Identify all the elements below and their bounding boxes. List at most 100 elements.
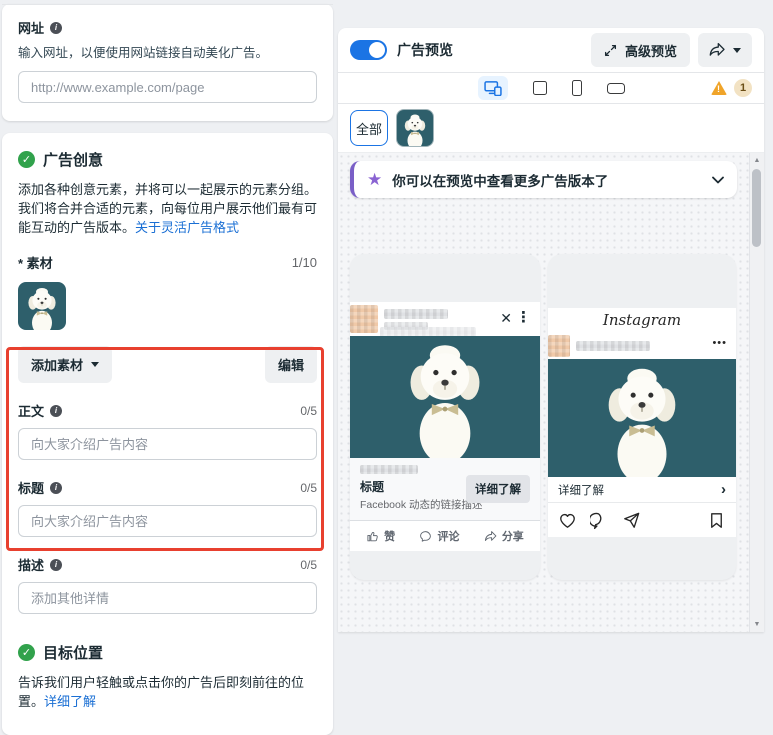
- primary-text-label: 正文: [18, 401, 44, 420]
- url-helper-text: 输入网址，以便使用网站链接自动美化广告。: [18, 42, 317, 61]
- vertical-format-button[interactable]: [572, 80, 582, 96]
- desktop-mobile-icon: [484, 81, 502, 96]
- warning-glyph: !: [717, 84, 720, 94]
- info-icon[interactable]: i: [50, 559, 62, 571]
- ad-setup-column: 网址 i 输入网址，以便使用网站链接自动美化广告。 ✓ 广告创意 添加各种创意元…: [2, 0, 333, 735]
- close-icon: ✕: [500, 310, 512, 327]
- avatar: [350, 305, 378, 333]
- material-count: 1/10: [292, 255, 317, 270]
- banner-text: 你可以在预览中查看更多广告版本了: [392, 170, 702, 190]
- facebook-post-header: ✕ ⋮: [350, 302, 540, 336]
- destination-section: ✓ 目标位置 告诉我们用户轻触或点击你的广告后即刻前往的位置。详细了解: [18, 642, 317, 711]
- share-arrow-icon: [484, 530, 497, 543]
- scroll-up-arrow[interactable]: ▲: [750, 157, 764, 164]
- warning-count-badge[interactable]: 1: [734, 79, 752, 97]
- like-action: 赞: [366, 528, 395, 544]
- description-input[interactable]: [18, 582, 317, 614]
- edit-button[interactable]: 编辑: [265, 346, 317, 383]
- website-url-card: 网址 i 输入网址，以便使用网站链接自动美化广告。: [2, 4, 333, 121]
- advanced-preview-button[interactable]: 高级预览: [591, 33, 690, 67]
- info-icon[interactable]: i: [50, 482, 62, 494]
- square-icon: [533, 81, 547, 95]
- instagram-post-header: •••: [548, 332, 736, 359]
- destination-title: 目标位置: [43, 642, 103, 663]
- expand-icon: [604, 44, 617, 57]
- comment-icon: [590, 511, 609, 530]
- url-label: 网址: [18, 18, 44, 37]
- chevron-down-icon[interactable]: [712, 176, 724, 184]
- heart-icon: [558, 511, 577, 530]
- learn-more-link[interactable]: 详细了解: [44, 694, 96, 709]
- add-material-label: 添加素材: [31, 355, 83, 374]
- preview-cards: ✕ ⋮ 标题 Facebook 动态的链接描述: [350, 254, 737, 580]
- format-toolbar: ! 1: [338, 73, 764, 104]
- thumbs-up-icon: [366, 530, 379, 543]
- avatar: [548, 335, 570, 357]
- headline-field: 标题 i 0/5: [18, 478, 317, 537]
- add-material-button[interactable]: 添加素材: [18, 346, 112, 383]
- comment-icon: [419, 530, 432, 543]
- username-redacted: [576, 341, 650, 351]
- scroll-down-arrow[interactable]: ▼: [750, 621, 764, 628]
- instagram-preview-card: Instagram ••• 详细了解 ›: [548, 254, 736, 580]
- fb-link-description: Facebook 动态的链接描述: [360, 497, 466, 512]
- creative-description: 添加各种创意元素，并将可以一起展示的元素分组。我们将合并合适的元素，向每位用户展…: [18, 180, 317, 237]
- headline-label: 标题: [18, 478, 44, 497]
- instagram-cta-row: 详细了解 ›: [548, 477, 736, 503]
- landscape-format-button[interactable]: [607, 83, 625, 94]
- facebook-link-area: 标题 Facebook 动态的链接描述 详细了解: [350, 458, 540, 520]
- url-input[interactable]: [18, 71, 317, 103]
- material-label: * 素材: [18, 253, 53, 272]
- scrollbar-thumb[interactable]: [752, 169, 761, 247]
- destination-description: 告诉我们用户轻触或点击你的广告后即刻前往的位置。详细了解: [18, 673, 317, 711]
- comment-action: 评论: [419, 528, 459, 544]
- phone-icon: [572, 80, 582, 96]
- chevron-right-icon: ›: [721, 481, 726, 498]
- preview-toggle-label: 广告预览: [397, 40, 453, 60]
- tab-all[interactable]: 全部: [350, 110, 388, 146]
- ig-cta-label: 详细了解: [558, 482, 604, 498]
- advanced-preview-label: 高级预览: [625, 41, 677, 60]
- ad-image: [350, 336, 540, 458]
- ad-preview-panel: 广告预览 高级预览: [338, 28, 764, 632]
- section-divider: [2, 4, 333, 5]
- info-icon[interactable]: i: [50, 22, 62, 34]
- description-label: 描述: [18, 555, 44, 574]
- star-icon: ★: [367, 171, 382, 188]
- landscape-icon: [607, 83, 625, 94]
- comment-label: 评论: [437, 528, 459, 544]
- info-icon[interactable]: i: [50, 405, 62, 417]
- send-icon: [622, 511, 641, 530]
- headline-input[interactable]: [18, 505, 317, 537]
- instagram-actions-row: [548, 503, 736, 537]
- description-field: 描述 i 0/5: [18, 555, 317, 614]
- instagram-logo: Instagram: [548, 308, 736, 332]
- ad-creative-card: ✓ 广告创意 添加各种创意元素，并将可以一起展示的元素分组。我们将合并合适的元素…: [2, 133, 333, 735]
- edit-label: 编辑: [278, 355, 304, 374]
- vertical-scrollbar[interactable]: ▲ ▼: [749, 153, 764, 632]
- share-label: 分享: [502, 528, 524, 544]
- preview-tabs: 全部: [338, 104, 764, 153]
- ad-preview-toggle[interactable]: [350, 40, 387, 60]
- primary-text-input[interactable]: [18, 428, 317, 460]
- bookmark-icon: [707, 511, 726, 530]
- share-dropdown-button[interactable]: [698, 33, 752, 67]
- all-devices-format-button[interactable]: [478, 76, 508, 100]
- fb-headline: 标题: [360, 478, 466, 495]
- more-vertical-icon: ⋮: [516, 308, 531, 326]
- more-horizontal-icon: •••: [712, 337, 727, 349]
- ad-image: [548, 359, 736, 477]
- check-circle-icon: ✓: [18, 151, 35, 168]
- more-versions-banner[interactable]: ★ 你可以在预览中查看更多广告版本了: [350, 161, 737, 198]
- flexible-format-link[interactable]: 关于灵活广告格式: [135, 220, 239, 235]
- facebook-preview-card: ✕ ⋮ 标题 Facebook 动态的链接描述: [350, 254, 540, 580]
- fb-cta-button: 详细了解: [466, 475, 530, 503]
- square-format-button[interactable]: [533, 81, 547, 95]
- creative-section-title: 广告创意: [43, 149, 103, 170]
- caret-down-icon: [91, 362, 99, 367]
- primary-text-count: 0/5: [300, 404, 317, 418]
- material-thumbnail[interactable]: [18, 282, 66, 330]
- tab-material-thumbnail[interactable]: [396, 109, 434, 147]
- toggle-knob: [369, 42, 385, 58]
- preview-header: 广告预览 高级预览: [338, 28, 764, 73]
